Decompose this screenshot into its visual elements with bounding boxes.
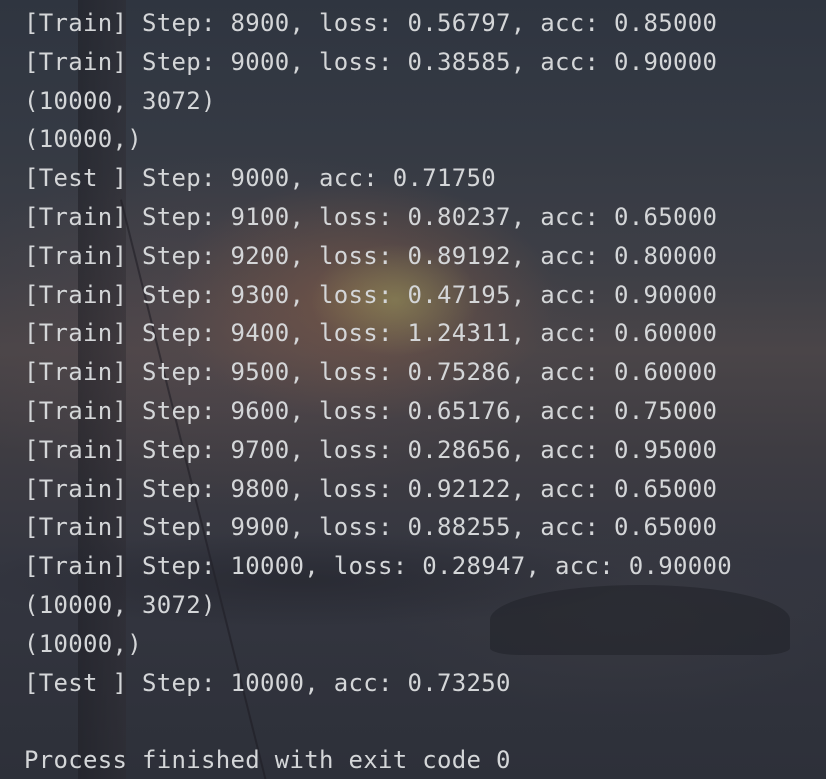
console-line: [Train] Step: 8900, loss: 0.56797, acc: … [24, 9, 718, 37]
console-line: (10000, 3072) [24, 86, 216, 115]
run-console-output[interactable]: [Train] Step: 8900, loss: 0.56797, acc: … [0, 0, 826, 779]
console-line: [Train] Step: 9600, loss: 0.65176, acc: … [24, 396, 718, 425]
console-line: [Train] Step: 9000, loss: 0.38585, acc: … [24, 47, 718, 76]
console-line: [Train] Step: 9500, loss: 0.75286, acc: … [24, 358, 718, 387]
console-line: [Train] Step: 9200, loss: 0.89192, acc: … [24, 241, 718, 270]
console-line: [Train] Step: 9400, loss: 1.24311, acc: … [24, 319, 718, 348]
console-line: [Train] Step: 9700, loss: 0.28656, acc: … [24, 435, 718, 464]
console-text-area[interactable]: [Train] Step: 8900, loss: 0.56797, acc: … [24, 4, 732, 779]
console-line: (10000, 3072) [24, 590, 216, 619]
console-line: [Test ] Step: 9000, acc: 0.71750 [24, 164, 496, 193]
console-line: [Train] Step: 9800, loss: 0.92122, acc: … [24, 474, 718, 503]
console-line: (10000,) [24, 125, 142, 154]
console-line: [Train] Step: 10000, loss: 0.28947, acc:… [24, 552, 732, 581]
console-line: (10000,) [24, 629, 142, 658]
console-line: [Train] Step: 9900, loss: 0.88255, acc: … [24, 513, 718, 542]
console-line: [Train] Step: 9100, loss: 0.80237, acc: … [24, 202, 718, 231]
exit-message: Process finished with exit code 0 [24, 746, 511, 775]
console-line: [Train] Step: 9300, loss: 0.47195, acc: … [24, 280, 718, 309]
console-line: [Test ] Step: 10000, acc: 0.73250 [24, 668, 511, 697]
